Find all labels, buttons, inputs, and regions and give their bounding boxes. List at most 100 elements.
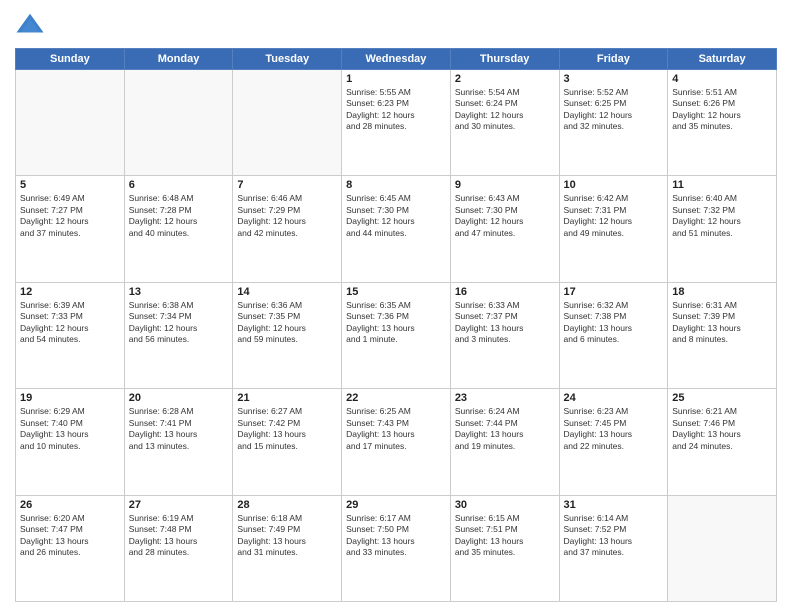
page: SundayMondayTuesdayWednesdayThursdayFrid… <box>0 0 792 612</box>
day-number: 20 <box>129 392 229 404</box>
calendar-day-header: Monday <box>124 49 233 70</box>
day-number: 27 <box>129 499 229 511</box>
day-number: 17 <box>564 286 664 298</box>
cell-info: Sunrise: 6:49 AM Sunset: 7:27 PM Dayligh… <box>20 193 120 239</box>
cell-info: Sunrise: 6:38 AM Sunset: 7:34 PM Dayligh… <box>129 300 229 346</box>
calendar-cell: 27 Sunrise: 6:19 AM Sunset: 7:48 PM Dayli… <box>124 495 233 601</box>
day-number: 28 <box>237 499 337 511</box>
calendar-cell: 22 Sunrise: 6:25 AM Sunset: 7:43 PM Dayli… <box>342 389 451 495</box>
day-number: 4 <box>672 73 772 85</box>
day-number: 6 <box>129 179 229 191</box>
day-number: 14 <box>237 286 337 298</box>
day-number: 8 <box>346 179 446 191</box>
calendar-cell: 28Sunrise: 6:18 AM Sunset: 7:49 PM Dayli… <box>233 495 342 601</box>
calendar-cell: 12 Sunrise: 6:39 AM Sunset: 7:33 PM Dayli… <box>16 282 125 388</box>
calendar-cell: 1 Sunrise: 5:55 AM Sunset: 6:23 PM Daylig… <box>342 70 451 176</box>
cell-info: Sunrise: 6:46 AM Sunset: 7:29 PM Dayligh… <box>237 193 337 239</box>
day-number: 23 <box>455 392 555 404</box>
day-number: 12 <box>20 286 120 298</box>
day-number: 19 <box>20 392 120 404</box>
cell-info: Sunrise: 6:20 AM Sunset: 7:47 PM Dayligh… <box>20 513 120 559</box>
calendar-cell <box>124 70 233 176</box>
calendar-cell: 5 Sunrise: 6:49 AM Sunset: 7:27 PM Daylig… <box>16 176 125 282</box>
calendar-cell: 20 Sunrise: 6:28 AM Sunset: 7:41 PM Dayli… <box>124 389 233 495</box>
calendar-cell: 25 Sunrise: 6:21 AM Sunset: 7:46 PM Dayli… <box>668 389 777 495</box>
calendar-week-row: 5 Sunrise: 6:49 AM Sunset: 7:27 PM Daylig… <box>16 176 777 282</box>
calendar-week-row: 12 Sunrise: 6:39 AM Sunset: 7:33 PM Dayli… <box>16 282 777 388</box>
day-number: 7 <box>237 179 337 191</box>
calendar-cell: 29 Sunrise: 6:17 AM Sunset: 7:50 PM Dayli… <box>342 495 451 601</box>
cell-info: Sunrise: 6:32 AM Sunset: 7:38 PM Dayligh… <box>564 300 664 346</box>
header <box>15 10 777 40</box>
day-number: 29 <box>346 499 446 511</box>
day-number: 5 <box>20 179 120 191</box>
day-number: 15 <box>346 286 446 298</box>
calendar-cell: 26 Sunrise: 6:20 AM Sunset: 7:47 PM Dayli… <box>16 495 125 601</box>
day-number: 21 <box>237 392 337 404</box>
day-number: 2 <box>455 73 555 85</box>
cell-info: Sunrise: 6:19 AM Sunset: 7:48 PM Dayligh… <box>129 513 229 559</box>
cell-info: Sunrise: 6:33 AM Sunset: 7:37 PM Dayligh… <box>455 300 555 346</box>
day-number: 22 <box>346 392 446 404</box>
calendar-cell: 19 Sunrise: 6:29 AM Sunset: 7:40 PM Dayli… <box>16 389 125 495</box>
calendar-cell: 31 Sunrise: 6:14 AM Sunset: 7:52 PM Dayli… <box>559 495 668 601</box>
calendar-week-row: 26 Sunrise: 6:20 AM Sunset: 7:47 PM Dayli… <box>16 495 777 601</box>
calendar-week-row: 19 Sunrise: 6:29 AM Sunset: 7:40 PM Dayli… <box>16 389 777 495</box>
cell-info: Sunrise: 5:51 AM Sunset: 6:26 PM Dayligh… <box>672 87 772 133</box>
day-number: 30 <box>455 499 555 511</box>
calendar-cell: 21 Sunrise: 6:27 AM Sunset: 7:42 PM Dayli… <box>233 389 342 495</box>
cell-info: Sunrise: 5:54 AM Sunset: 6:24 PM Dayligh… <box>455 87 555 133</box>
cell-info: Sunrise: 6:40 AM Sunset: 7:32 PM Dayligh… <box>672 193 772 239</box>
cell-info: Sunrise: 6:29 AM Sunset: 7:40 PM Dayligh… <box>20 406 120 452</box>
cell-info: Sunrise: 6:45 AM Sunset: 7:30 PM Dayligh… <box>346 193 446 239</box>
cell-info: Sunrise: 6:24 AM Sunset: 7:44 PM Dayligh… <box>455 406 555 452</box>
calendar-cell: 10Sunrise: 6:42 AM Sunset: 7:31 PM Dayli… <box>559 176 668 282</box>
calendar-cell: 11Sunrise: 6:40 AM Sunset: 7:32 PM Dayli… <box>668 176 777 282</box>
cell-info: Sunrise: 6:48 AM Sunset: 7:28 PM Dayligh… <box>129 193 229 239</box>
calendar-day-header: Friday <box>559 49 668 70</box>
day-number: 1 <box>346 73 446 85</box>
calendar-cell <box>16 70 125 176</box>
calendar-cell: 16 Sunrise: 6:33 AM Sunset: 7:37 PM Dayli… <box>450 282 559 388</box>
calendar-table: SundayMondayTuesdayWednesdayThursdayFrid… <box>15 48 777 602</box>
cell-info: Sunrise: 6:39 AM Sunset: 7:33 PM Dayligh… <box>20 300 120 346</box>
cell-info: Sunrise: 6:42 AM Sunset: 7:31 PM Dayligh… <box>564 193 664 239</box>
day-number: 25 <box>672 392 772 404</box>
calendar-week-row: 1 Sunrise: 5:55 AM Sunset: 6:23 PM Daylig… <box>16 70 777 176</box>
calendar-day-header: Thursday <box>450 49 559 70</box>
calendar-cell: 3 Sunrise: 5:52 AM Sunset: 6:25 PM Daylig… <box>559 70 668 176</box>
cell-info: Sunrise: 6:28 AM Sunset: 7:41 PM Dayligh… <box>129 406 229 452</box>
calendar-cell: 4 Sunrise: 5:51 AM Sunset: 6:26 PM Daylig… <box>668 70 777 176</box>
cell-info: Sunrise: 6:43 AM Sunset: 7:30 PM Dayligh… <box>455 193 555 239</box>
day-number: 31 <box>564 499 664 511</box>
cell-info: Sunrise: 6:21 AM Sunset: 7:46 PM Dayligh… <box>672 406 772 452</box>
cell-info: Sunrise: 6:27 AM Sunset: 7:42 PM Dayligh… <box>237 406 337 452</box>
calendar-cell: 30 Sunrise: 6:15 AM Sunset: 7:51 PM Dayli… <box>450 495 559 601</box>
day-number: 16 <box>455 286 555 298</box>
calendar-cell <box>233 70 342 176</box>
day-number: 13 <box>129 286 229 298</box>
cell-info: Sunrise: 5:55 AM Sunset: 6:23 PM Dayligh… <box>346 87 446 133</box>
calendar-day-header: Sunday <box>16 49 125 70</box>
calendar-cell: 14 Sunrise: 6:36 AM Sunset: 7:35 PM Dayli… <box>233 282 342 388</box>
calendar-cell: 17 Sunrise: 6:32 AM Sunset: 7:38 PM Dayli… <box>559 282 668 388</box>
cell-info: Sunrise: 6:36 AM Sunset: 7:35 PM Dayligh… <box>237 300 337 346</box>
calendar-cell: 9Sunrise: 6:43 AM Sunset: 7:30 PM Daylig… <box>450 176 559 282</box>
cell-info: Sunrise: 5:52 AM Sunset: 6:25 PM Dayligh… <box>564 87 664 133</box>
calendar-cell: 23 Sunrise: 6:24 AM Sunset: 7:44 PM Dayli… <box>450 389 559 495</box>
cell-info: Sunrise: 6:17 AM Sunset: 7:50 PM Dayligh… <box>346 513 446 559</box>
cell-info: Sunrise: 6:15 AM Sunset: 7:51 PM Dayligh… <box>455 513 555 559</box>
cell-info: Sunrise: 6:31 AM Sunset: 7:39 PM Dayligh… <box>672 300 772 346</box>
calendar-cell: 24Sunrise: 6:23 AM Sunset: 7:45 PM Dayli… <box>559 389 668 495</box>
logo-icon <box>15 10 45 40</box>
cell-info: Sunrise: 6:14 AM Sunset: 7:52 PM Dayligh… <box>564 513 664 559</box>
calendar-cell: 6 Sunrise: 6:48 AM Sunset: 7:28 PM Daylig… <box>124 176 233 282</box>
day-number: 18 <box>672 286 772 298</box>
calendar-cell: 7 Sunrise: 6:46 AM Sunset: 7:29 PM Daylig… <box>233 176 342 282</box>
calendar-cell: 18 Sunrise: 6:31 AM Sunset: 7:39 PM Dayli… <box>668 282 777 388</box>
cell-info: Sunrise: 6:35 AM Sunset: 7:36 PM Dayligh… <box>346 300 446 346</box>
calendar-day-header: Tuesday <box>233 49 342 70</box>
cell-info: Sunrise: 6:25 AM Sunset: 7:43 PM Dayligh… <box>346 406 446 452</box>
day-number: 26 <box>20 499 120 511</box>
day-number: 3 <box>564 73 664 85</box>
